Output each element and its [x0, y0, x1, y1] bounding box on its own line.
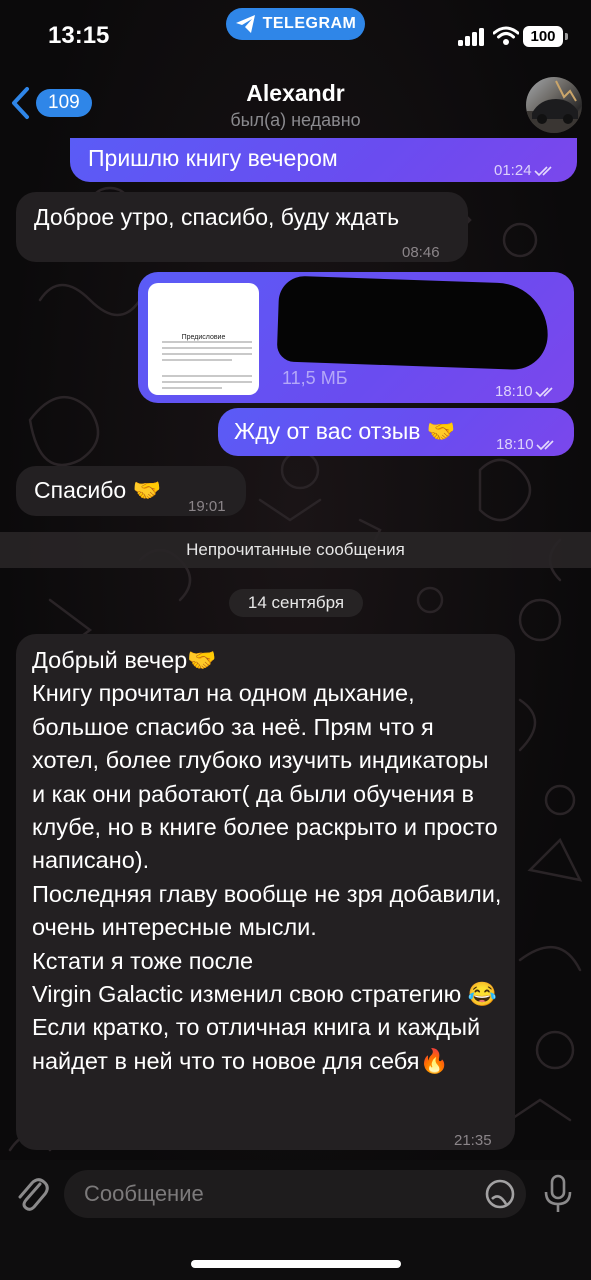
read-ticks-icon — [535, 440, 554, 451]
message-incoming[interactable]: Доброе утро, спасибо, буду ждать 08:46 — [16, 192, 468, 262]
message-outgoing-document[interactable]: Предисловие 11,5 МБ 18:10 — [138, 272, 574, 403]
message-time: 01:24 — [494, 154, 556, 187]
contact-status: был(а) недавно — [230, 110, 361, 130]
message-time: 08:46 — [402, 244, 440, 261]
message-outgoing[interactable]: Пришлю книгу вечером 01:24 — [70, 138, 577, 182]
unread-messages-divider: Непрочитанные сообщения — [0, 532, 591, 568]
document-size: 11,5 МБ — [282, 368, 348, 388]
avatar[interactable] — [526, 77, 582, 133]
composer-bar: Сообщение — [0, 1160, 591, 1280]
message-incoming[interactable]: Спасибо 🤝 19:01 — [16, 466, 246, 516]
chat-header: 109 Alexandr был(а) недавно — [0, 70, 591, 138]
date-separator: 14 сентября — [229, 589, 363, 617]
telegram-icon — [235, 15, 255, 33]
message-time: 21:35 — [454, 1132, 492, 1149]
message-input[interactable]: Сообщение — [64, 1170, 526, 1218]
document-thumbnail-title: Предисловие — [181, 334, 226, 341]
cellular-signal-icon — [458, 28, 484, 46]
message-text: Спасибо 🤝 — [34, 477, 162, 503]
redacted-filename — [276, 275, 550, 371]
microphone-icon[interactable] — [542, 1174, 574, 1214]
message-time: 18:10 — [495, 375, 557, 408]
message-text: Жду от вас отзыв 🤝 — [234, 418, 456, 444]
message-time: 18:10 — [496, 428, 558, 461]
read-ticks-icon — [533, 166, 552, 177]
status-bar: 13:15 TELEGRAM 100 — [0, 0, 591, 72]
clock: 13:15 — [48, 22, 110, 49]
message-text: Пришлю книгу вечером — [88, 145, 338, 171]
sticker-icon[interactable] — [484, 1178, 516, 1210]
message-input-placeholder: Сообщение — [84, 1181, 204, 1206]
message-text: Доброе утро, спасибо, буду ждать — [34, 204, 400, 230]
telegram-pill[interactable]: TELEGRAM — [226, 8, 365, 40]
battery-indicator: 100 — [523, 26, 568, 47]
paperclip-icon[interactable] — [14, 1172, 50, 1216]
document-thumbnail[interactable]: Предисловие — [148, 283, 259, 395]
message-incoming[interactable]: Добрый вечер🤝 Книгу прочитал на одном ды… — [16, 634, 515, 1150]
read-ticks-icon — [534, 387, 553, 398]
message-time: 19:01 — [188, 498, 226, 515]
contact-name[interactable]: Alexandr — [0, 80, 591, 107]
message-outgoing[interactable]: Жду от вас отзыв 🤝 18:10 — [218, 408, 574, 456]
message-text: Добрый вечер🤝 Книгу прочитал на одном ды… — [32, 647, 502, 1074]
wifi-icon — [493, 26, 519, 45]
home-indicator — [191, 1260, 401, 1268]
telegram-pill-label: TELEGRAM — [262, 15, 357, 32]
